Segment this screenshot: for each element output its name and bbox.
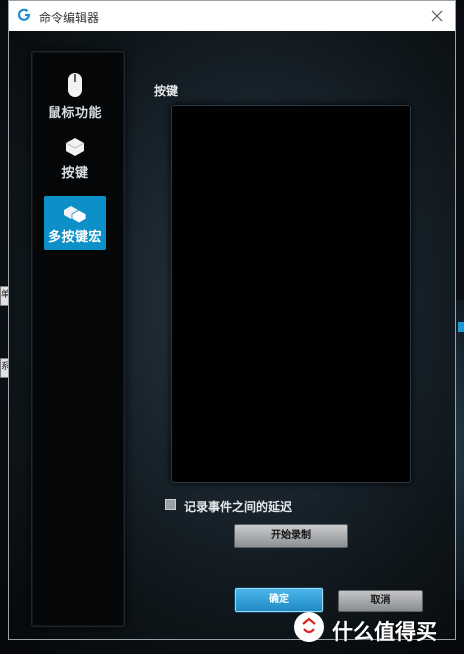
close-button[interactable] bbox=[427, 6, 447, 26]
nav-item-mouse-function[interactable]: 鼠标功能 bbox=[44, 72, 106, 126]
nav-item-keystroke[interactable]: 按键 bbox=[44, 136, 106, 190]
ok-button[interactable]: 确定 bbox=[235, 588, 323, 612]
window-title: 命令编辑器 bbox=[39, 11, 100, 25]
close-icon bbox=[431, 10, 443, 22]
logitech-logo-icon bbox=[17, 8, 31, 21]
record-delays-checkbox[interactable] bbox=[165, 499, 176, 510]
title-bar[interactable]: 命令编辑器 bbox=[9, 1, 455, 31]
nav-label-mouse-function: 鼠标功能 bbox=[47, 106, 102, 121]
watermark-text: 什么值得买 bbox=[332, 620, 437, 644]
key-icon bbox=[65, 138, 85, 156]
dialog-content: 鼠标功能 按键 多按键宏 按键 记录事件之间的延迟 开始录制 确定 取消 bbox=[9, 31, 455, 639]
keystrokes-label: 按键 bbox=[154, 84, 179, 98]
start-recording-button[interactable]: 开始录制 bbox=[234, 524, 348, 548]
nav-item-multi-key-macro[interactable]: 多按键宏 bbox=[44, 196, 106, 250]
background-accent-bar bbox=[458, 322, 464, 332]
multi-key-icon bbox=[64, 206, 87, 224]
watermark-logo-icon bbox=[294, 612, 324, 642]
mouse-icon bbox=[68, 73, 82, 97]
watermark-logo-glyph bbox=[302, 617, 316, 634]
command-editor-window: 命令编辑器 鼠标功能 按键 多按键宏 按键 记录事件之间的延迟 开始录制 确定 … bbox=[8, 0, 456, 640]
keystrokes-list[interactable] bbox=[171, 105, 411, 483]
cancel-button[interactable]: 取消 bbox=[338, 590, 423, 612]
nav-label-keystroke: 按键 bbox=[61, 166, 89, 181]
command-type-panel: 鼠标功能 按键 多按键宏 bbox=[31, 51, 125, 627]
record-delays-label: 记录事件之间的延迟 bbox=[184, 500, 293, 514]
nav-label-multi-key-macro: 多按键宏 bbox=[47, 230, 102, 245]
